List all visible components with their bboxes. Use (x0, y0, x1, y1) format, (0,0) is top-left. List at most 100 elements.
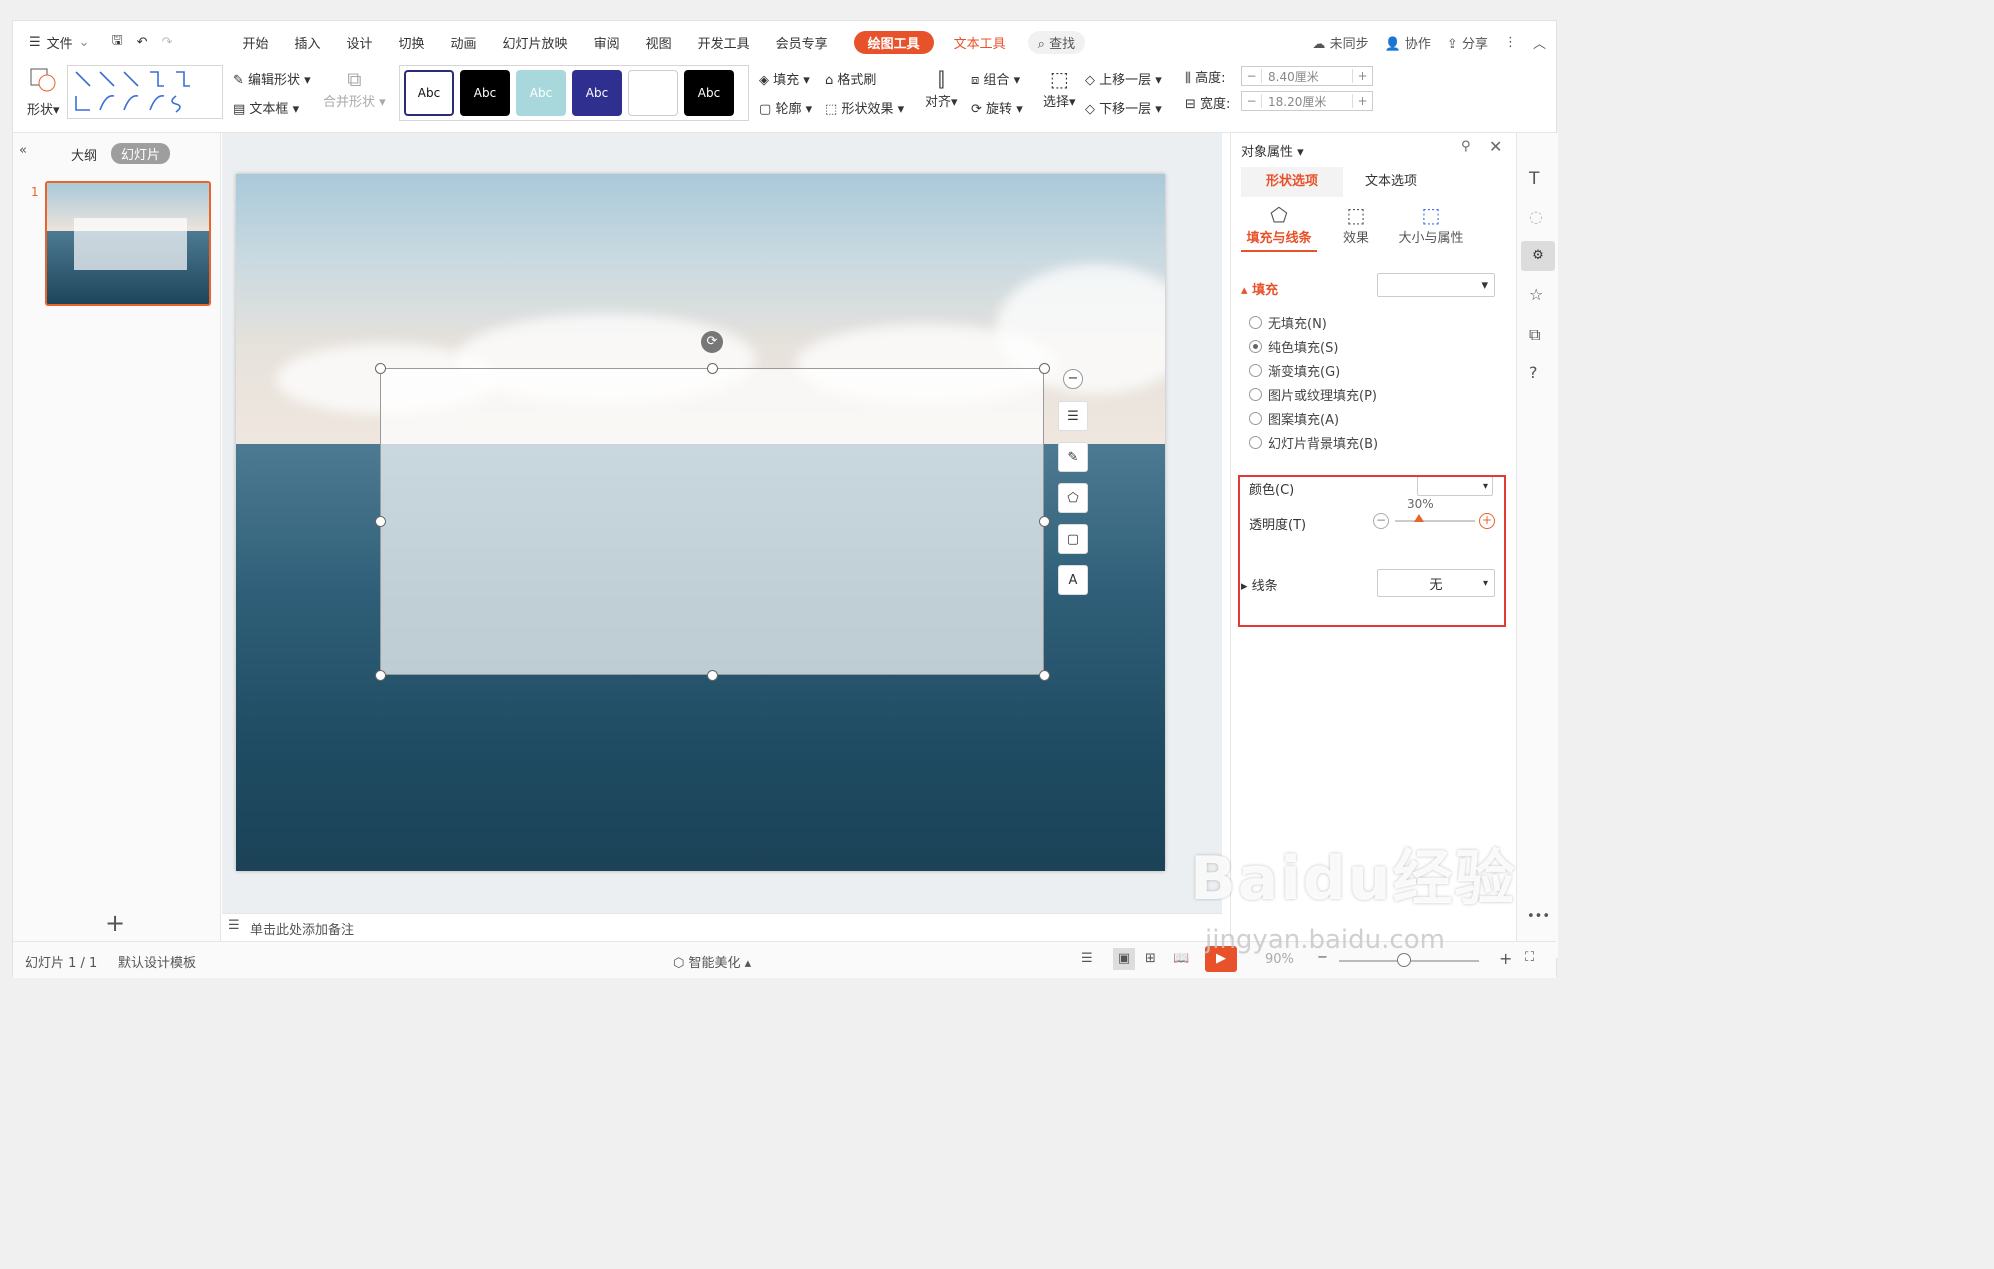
share-button[interactable]: ⇪ 分享 (1447, 33, 1488, 52)
template-name[interactable]: 默认设计模板 (118, 952, 196, 971)
radio-pattern-fill[interactable]: 图案填充(A) (1249, 409, 1339, 428)
pin-icon[interactable]: ⚲ (1461, 139, 1471, 154)
style-swatch-black-2[interactable]: Abc (684, 70, 734, 116)
menu-icon[interactable]: ☰ (29, 35, 41, 50)
resize-handle-ml[interactable] (375, 516, 386, 527)
pin-star-icon[interactable]: ☆ (1529, 285, 1543, 304)
file-menu[interactable]: 文件 (47, 33, 73, 52)
radio-solid-fill[interactable]: 纯色填充(S) (1249, 337, 1338, 356)
subtab-fill-line[interactable]: ⬠ 填充与线条 (1241, 203, 1317, 252)
layers-icon[interactable]: ☰ (1058, 401, 1088, 431)
tab-slides[interactable]: 幻灯片 (111, 143, 171, 164)
text-icon[interactable]: A (1058, 565, 1088, 595)
resize-handle-bm[interactable] (707, 670, 718, 681)
text-box-button[interactable]: ▤ 文本框 ▾ (233, 98, 299, 117)
menu-item-start[interactable]: 开始 (242, 33, 268, 52)
radio-gradient-fill[interactable]: 渐变填充(G) (1249, 361, 1340, 380)
height-increment[interactable]: + (1352, 69, 1372, 83)
resize-handle-tl[interactable] (375, 363, 386, 374)
send-backward-button[interactable]: ◇ 下移一层 ▾ (1085, 98, 1162, 117)
more-dots-icon[interactable]: ••• (1527, 909, 1550, 924)
style-swatch-cyan[interactable]: Abc (516, 70, 566, 116)
redo-icon[interactable]: ↷ (162, 35, 173, 50)
notes-bar[interactable]: ☰ 单击此处添加备注 (222, 913, 1222, 939)
rotate-handle-icon[interactable]: ⟳ (701, 331, 723, 353)
menu-item-insert[interactable]: 插入 (294, 33, 320, 52)
width-value[interactable]: 18.20厘米 (1262, 93, 1352, 110)
grid-view-icon[interactable]: ⊞ (1145, 951, 1156, 966)
resize-handle-br[interactable] (1039, 670, 1050, 681)
fill-dropdown[interactable]: ▾ (1377, 273, 1495, 297)
resize-handle-tm[interactable] (707, 363, 718, 374)
search-button[interactable]: ⌕ 查找 (1027, 30, 1086, 54)
fit-screen-icon[interactable]: ⛶ (1525, 950, 1534, 965)
add-slide-button[interactable]: + (105, 909, 125, 937)
shape-button[interactable]: 形状▾ (27, 67, 60, 118)
menu-item-view[interactable]: 视图 (646, 33, 672, 52)
slides-icon[interactable]: ⧉ (1529, 325, 1540, 345)
height-field[interactable]: − 8.40厘米 + (1241, 66, 1373, 86)
bring-forward-button[interactable]: ◇ 上移一层 ▾ (1085, 69, 1162, 88)
shape-effect-button[interactable]: ⬚ 形状效果 ▾ (825, 98, 904, 117)
text-tools-tab[interactable]: 文本工具 (954, 33, 1006, 52)
width-field[interactable]: − 18.20厘米 + (1241, 91, 1373, 111)
notes-toggle-icon[interactable]: ☰ (1081, 951, 1093, 966)
style-swatch-white[interactable]: Abc (404, 70, 454, 116)
radio-background-fill[interactable]: 幻灯片背景填充(B) (1249, 433, 1378, 452)
menu-item-slideshow[interactable]: 幻灯片放映 (503, 33, 568, 52)
menu-item-animation[interactable]: 动画 (451, 33, 477, 52)
tab-outline[interactable]: 大纲 (71, 145, 97, 164)
collapse-pane-icon[interactable]: « (19, 143, 27, 158)
format-brush-button[interactable]: ⌂ 格式刷 (825, 69, 876, 88)
subtab-size[interactable]: ⬚ 大小与属性 (1391, 203, 1471, 246)
resize-handle-tr[interactable] (1039, 363, 1050, 374)
save-icon[interactable]: 🖫 (112, 31, 123, 53)
radio-picture-fill[interactable]: 图片或纹理填充(P) (1249, 385, 1377, 404)
reading-view-icon[interactable]: 📖 (1173, 951, 1189, 966)
drawing-tools-tab[interactable]: 绘图工具 (853, 30, 934, 54)
help-icon[interactable]: ? (1529, 363, 1538, 382)
shape-gallery[interactable] (67, 65, 223, 119)
close-icon[interactable]: ✕ (1489, 137, 1502, 156)
menu-item-transition[interactable]: 切换 (399, 33, 425, 52)
merge-shape-button[interactable]: ⧉ 合并形状 ▾ (323, 67, 386, 110)
subtab-effect[interactable]: ⬚ 效果 (1331, 203, 1381, 246)
edit-shape-button[interactable]: ✎ 编辑形状 ▾ (233, 69, 311, 88)
sync-status[interactable]: ☁ 未同步 (1312, 33, 1368, 52)
fill-section-header[interactable]: ▴ 填充 (1241, 279, 1278, 298)
group-button[interactable]: ⧈ 组合 ▾ (971, 69, 1020, 88)
width-decrement[interactable]: − (1242, 94, 1262, 108)
style-swatch-navy[interactable]: Abc (572, 70, 622, 116)
menu-item-member[interactable]: 会员专享 (776, 33, 828, 52)
smart-beautify-button[interactable]: ⬡ 智能美化 ▴ (673, 952, 751, 971)
chevron-down-icon[interactable]: ⌄ (79, 35, 90, 50)
resize-handle-bl[interactable] (375, 670, 386, 681)
tab-text-options[interactable]: 文本选项 (1351, 167, 1431, 197)
select-button[interactable]: ⬚ 选择▾ (1043, 67, 1076, 110)
tab-shape-options[interactable]: 形状选项 (1241, 167, 1343, 197)
outline-style-icon[interactable]: ▢ (1058, 524, 1088, 554)
height-decrement[interactable]: − (1242, 69, 1262, 83)
rotate-button[interactable]: ⟳ 旋转 ▾ (971, 98, 1023, 117)
more-icon[interactable]: ⋮ (1504, 35, 1517, 50)
style-swatch-black[interactable]: Abc (460, 70, 510, 116)
fill-button[interactable]: ◈ 填充 ▾ (759, 69, 810, 88)
height-value[interactable]: 8.40厘米 (1262, 68, 1352, 85)
undo-icon[interactable]: ↶ (137, 35, 148, 50)
panel-title[interactable]: 对象属性 ▾ (1241, 141, 1304, 160)
resize-handle-mr[interactable] (1039, 516, 1050, 527)
selected-rectangle[interactable] (380, 368, 1044, 675)
text-style-icon[interactable]: T (1529, 169, 1539, 189)
zoom-in-icon[interactable]: + (1499, 949, 1512, 968)
pen-icon[interactable]: ✎ (1058, 442, 1088, 472)
properties-icon[interactable]: ⚙ (1521, 241, 1555, 271)
collapse-toolbar-icon[interactable]: − (1063, 369, 1083, 389)
fill-icon[interactable]: ⬠ (1058, 483, 1088, 513)
menu-item-developer[interactable]: 开发工具 (698, 33, 750, 52)
slide[interactable]: ⟳ − ☰ ✎ ⬠ ▢ A (236, 174, 1165, 871)
slide-thumbnail[interactable] (45, 181, 211, 306)
menu-item-design[interactable]: 设计 (347, 33, 373, 52)
zoom-slider-thumb[interactable] (1397, 953, 1411, 967)
radio-no-fill[interactable]: 无填充(N) (1249, 313, 1327, 332)
align-button[interactable]: ⫿ 对齐▾ (925, 67, 958, 110)
